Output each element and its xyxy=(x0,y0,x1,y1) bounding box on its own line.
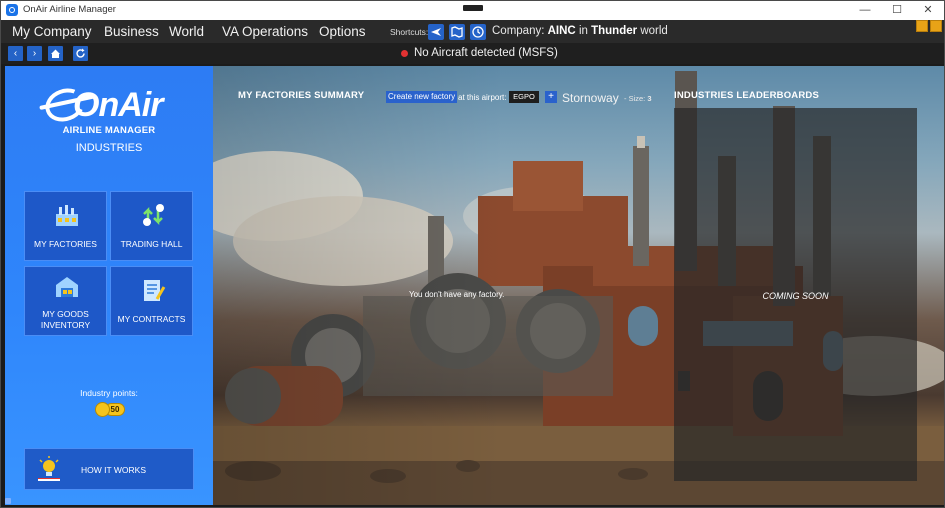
size-label: - Size: xyxy=(624,94,646,103)
factory-icon xyxy=(56,205,78,226)
my-goods-inventory-button[interactable]: MY GOODS INVENTORY xyxy=(24,266,107,336)
at-airport-label: at this airport: xyxy=(458,93,507,102)
airport-name: Stornoway xyxy=(562,91,619,105)
tile-label: TRADING HALL xyxy=(120,239,183,249)
coming-soon-label: COMING SOON xyxy=(762,291,829,301)
tile-label: MY CONTRACTS xyxy=(117,314,186,324)
coin-icon xyxy=(95,402,110,417)
menu-bar: My Company Business World VA Operations … xyxy=(1,20,944,43)
shortcuts-label: Shortcuts: xyxy=(390,27,429,37)
minimize-button[interactable]: — xyxy=(849,1,881,20)
drag-grip-icon[interactable] xyxy=(463,5,483,11)
company-code: AINC xyxy=(547,25,576,37)
onair-app-icon xyxy=(6,4,18,16)
home-icon xyxy=(51,49,60,58)
maximize-button[interactable]: ☐ xyxy=(881,1,913,20)
forward-button[interactable]: › xyxy=(27,46,42,61)
how-it-works-button[interactable]: HOW IT WORKS xyxy=(24,448,194,490)
warehouse-icon xyxy=(56,277,78,297)
tile-label: MY GOODS INVENTORY xyxy=(25,309,106,331)
factories-summary-title: MY FACTORIES SUMMARY xyxy=(238,90,365,101)
contract-icon xyxy=(144,280,166,301)
create-factory-button[interactable]: Create new factory xyxy=(386,91,458,103)
airport-code-field[interactable]: EGPO xyxy=(509,91,539,103)
logo-subtitle: AIRLINE MANAGER xyxy=(62,125,156,136)
menu-my-company[interactable]: My Company xyxy=(12,24,92,39)
industries-sidebar: OnAir AIRLINE MANAGER INDUSTRIES MY FACT… xyxy=(5,66,213,505)
window-title: OnAir Airline Manager xyxy=(23,4,116,15)
onair-logo: OnAir xyxy=(39,83,177,130)
home-button[interactable] xyxy=(48,46,63,61)
trading-hall-button[interactable]: TRADING HALL xyxy=(110,191,193,261)
tile-label: MY FACTORIES xyxy=(34,239,97,249)
lightbulb-icon xyxy=(38,456,60,481)
planes-icon[interactable] xyxy=(428,24,444,40)
menu-options[interactable]: Options xyxy=(319,24,366,39)
menu-world[interactable]: World xyxy=(169,24,204,39)
status-indicator xyxy=(401,50,408,57)
resize-corner-icon[interactable] xyxy=(5,498,11,504)
app-window: OnAir Airline Manager — ☐ ✕ My Company B… xyxy=(0,0,945,508)
logo-text: OnAir xyxy=(73,86,163,124)
my-factories-button[interactable]: MY FACTORIES xyxy=(24,191,107,261)
airport-size: - Size: 3 xyxy=(624,94,652,103)
my-contracts-button[interactable]: MY CONTRACTS xyxy=(110,266,193,336)
refresh-button[interactable] xyxy=(73,46,88,61)
aircraft-status: No Aircraft detected (MSFS) xyxy=(414,47,558,59)
panel-toggle-icon[interactable] xyxy=(916,20,928,32)
leaderboards-title: INDUSTRIES LEADERBOARDS xyxy=(674,90,819,101)
menu-business[interactable]: Business xyxy=(104,24,159,39)
industry-points-badge: 50 xyxy=(95,402,127,417)
clock-icon[interactable] xyxy=(470,24,486,40)
no-factory-message: You don't have any factory. xyxy=(409,290,505,299)
menu-va-operations[interactable]: VA Operations xyxy=(222,24,308,39)
close-button[interactable]: ✕ xyxy=(912,1,944,20)
map-icon[interactable] xyxy=(449,24,465,40)
tile-label-line: INVENTORY xyxy=(40,320,91,330)
size-value: 3 xyxy=(647,94,652,103)
nav-bar: ‹ › No Aircraft detected (MSFS) xyxy=(1,43,944,64)
tile-label-line: MY GOODS xyxy=(42,309,89,319)
panel-toggle-icon[interactable] xyxy=(930,20,942,32)
add-factory-button[interactable]: + xyxy=(545,91,557,103)
company-prefix: Company: xyxy=(492,25,545,37)
industry-points-label: Industry points: xyxy=(80,388,138,398)
how-it-works-label: HOW IT WORKS xyxy=(81,465,147,475)
buy-sell-icon xyxy=(143,204,164,226)
world-suffix: world xyxy=(640,25,668,37)
company-info: Company: AINC in Thunder world xyxy=(492,25,668,37)
refresh-icon xyxy=(76,48,85,58)
industries-main: MY FACTORIES SUMMARY Create new factory … xyxy=(213,66,944,505)
company-mid: in xyxy=(578,25,588,37)
title-bar: OnAir Airline Manager — ☐ ✕ xyxy=(1,1,944,20)
world-name: Thunder xyxy=(591,25,638,37)
back-button[interactable]: ‹ xyxy=(8,46,23,61)
section-title: INDUSTRIES xyxy=(75,142,143,154)
leaderboards-panel: COMING SOON xyxy=(674,108,917,481)
